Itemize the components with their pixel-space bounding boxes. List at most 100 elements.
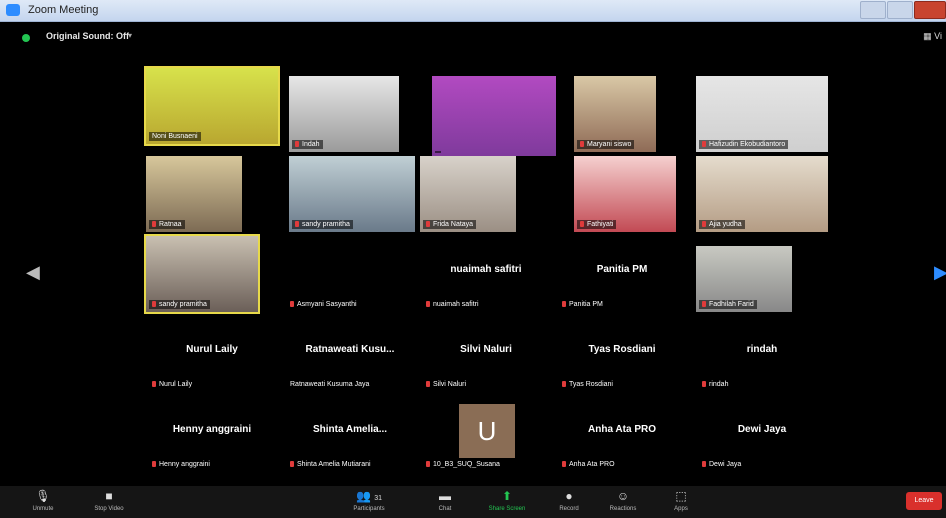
view-button[interactable]: ▦ Vi: [923, 31, 942, 42]
name-tile[interactable]: Silvi Naluri Silvi Naluri: [420, 316, 552, 392]
participant-name-tag: Hafizudin Ekobudiantoro: [699, 140, 789, 149]
participant-display-name: rindah: [746, 344, 778, 355]
unmute-button[interactable]: 🎙 Unmute: [14, 488, 72, 512]
video-tile[interactable]: Ajia yudha: [696, 156, 828, 232]
muted-mic-icon: [562, 461, 566, 467]
video-camera-icon: ■: [105, 489, 113, 503]
name-tile[interactable]: Asmyani Sasyanthi: [284, 236, 416, 312]
participant-name-tag: Panitia PM: [559, 300, 606, 309]
name-tile[interactable]: Tyas Rosdiani Tyas Rosdiani: [556, 316, 688, 392]
participant-display-name: Panitia PM: [596, 264, 648, 275]
window-titlebar: Zoom Meeting: [0, 0, 946, 22]
video-tile[interactable]: Hafizudin Ekobudiantoro: [696, 76, 828, 152]
participant-display-name: Anha Ata PRO: [588, 424, 656, 435]
muted-mic-icon: [152, 461, 156, 467]
next-page-arrow-icon[interactable]: ▶: [934, 262, 946, 283]
video-tile[interactable]: Frida Nataya: [420, 156, 516, 232]
participant-name-tag: Frida Nataya: [423, 220, 477, 229]
video-tile[interactable]: sandy pramitha: [144, 234, 260, 314]
muted-mic-icon: [562, 301, 566, 307]
record-button[interactable]: ● Record: [540, 488, 598, 512]
participant-name-tag: rindah: [699, 380, 732, 389]
sound-dropdown-caret-icon[interactable]: ▾: [128, 31, 132, 40]
participant-name-tag: Fathiyati: [577, 220, 617, 229]
participant-name-tag: nuaimah safitri: [423, 300, 482, 309]
participant-display-name: Henny anggraini: [172, 424, 252, 435]
muted-mic-icon: [295, 221, 299, 227]
video-tile[interactable]: Noni Busnaeni: [144, 66, 280, 146]
zoom-app-icon: [6, 4, 20, 16]
participant-name-tag: Nurul Laily: [149, 380, 196, 389]
name-tile[interactable]: Dewi Jaya Dewi Jaya: [696, 396, 828, 472]
participant-name-tag: Ratnaweati Kusuma Jaya: [287, 380, 373, 389]
muted-mic-icon: [426, 301, 430, 307]
leave-button[interactable]: Leave: [906, 492, 942, 510]
video-tile[interactable]: Fathiyati: [574, 156, 676, 232]
smiley-icon: ☺: [616, 489, 630, 503]
original-sound-toggle[interactable]: Original Sound: Off: [46, 31, 129, 41]
microphone-icon: 🎙: [35, 489, 51, 503]
muted-mic-icon: [152, 221, 156, 227]
stop-video-button[interactable]: ■ Stop Video: [80, 488, 138, 512]
name-tile[interactable]: rindah rindah: [696, 316, 828, 392]
share-screen-button[interactable]: ⬆ Share Screen: [478, 488, 536, 512]
participant-display-name: Dewi Jaya: [737, 424, 787, 435]
muted-mic-icon: [152, 301, 156, 307]
window-title: Zoom Meeting: [28, 4, 99, 16]
participant-display-name: Shinta Amelia...: [312, 424, 388, 435]
participant-display-name: Nurul Laily: [186, 344, 238, 355]
chat-bubble-icon: ▬: [439, 489, 451, 503]
record-icon: ●: [565, 489, 573, 503]
meeting-toolbar: 🎙 Unmute ■ Stop Video 👥 31 Participants …: [0, 486, 946, 518]
muted-mic-icon: [426, 381, 430, 387]
security-shield-icon[interactable]: [22, 34, 30, 42]
name-tile[interactable]: Nurul Laily Nurul Laily: [146, 316, 278, 392]
video-tile[interactable]: Fadhilah Farid: [696, 246, 792, 312]
name-tile[interactable]: Panitia PM Panitia PM: [556, 236, 688, 312]
video-tile[interactable]: sandy pramitha: [289, 156, 415, 232]
muted-mic-icon: [580, 141, 584, 147]
apps-icon: ⬚: [675, 489, 687, 503]
name-tile[interactable]: nuaimah safitri nuaimah safitri: [420, 236, 552, 312]
video-tile[interactable]: [432, 76, 556, 156]
close-window-button[interactable]: [914, 1, 946, 19]
muted-mic-icon: [290, 461, 294, 467]
participant-name-tag: [435, 151, 441, 153]
video-tile[interactable]: Ratnaa: [146, 156, 242, 232]
muted-mic-icon: [702, 141, 706, 147]
participant-name-tag: Indah: [292, 140, 323, 149]
name-tile[interactable]: Shinta Amelia... Shinta Amelia Mutiarani: [284, 396, 416, 472]
apps-button[interactable]: ⬚ Apps: [652, 488, 710, 512]
muted-mic-icon: [580, 221, 584, 227]
name-tile[interactable]: 10_B3_SUQ_Susana: [420, 396, 552, 472]
participant-name-tag: Silvi Naluri: [423, 380, 470, 389]
muted-mic-icon: [152, 381, 156, 387]
participant-name-tag: Asmyani Sasyanthi: [287, 300, 360, 309]
participant-display-name: Silvi Naluri: [460, 344, 512, 355]
muted-mic-icon: [702, 301, 706, 307]
meeting-topbar: Original Sound: Off ▾ ▦ Vi: [0, 22, 946, 52]
muted-mic-icon: [290, 301, 294, 307]
participant-name-tag: Ajia yudha: [699, 220, 745, 229]
video-tile[interactable]: Maryani siswo: [574, 76, 656, 152]
participant-name-tag: 10_B3_SUQ_Susana: [423, 460, 503, 469]
chat-button[interactable]: ▬ Chat: [416, 488, 474, 512]
name-tile[interactable]: Henny anggraini Henny anggraini: [146, 396, 278, 472]
previous-page-arrow-icon[interactable]: ◀: [26, 262, 40, 283]
name-tile[interactable]: Ratnaweati Kusu... Ratnaweati Kusuma Jay…: [284, 316, 416, 392]
reactions-button[interactable]: ☺ Reactions: [594, 488, 652, 512]
video-tile[interactable]: Indah: [289, 76, 399, 152]
maximize-button[interactable]: [887, 1, 913, 19]
participants-button[interactable]: 👥 31 Participants: [340, 488, 398, 512]
participant-name-tag: Maryani siswo: [577, 140, 635, 149]
participant-name-tag: sandy pramitha: [292, 220, 353, 229]
window-controls: [859, 1, 946, 24]
minimize-button[interactable]: [860, 1, 886, 19]
participant-display-name: Tyas Rosdiani: [588, 344, 656, 355]
participant-name-tag: Dewi Jaya: [699, 460, 745, 469]
name-tile[interactable]: Anha Ata PRO Anha Ata PRO: [556, 396, 688, 472]
muted-mic-icon: [426, 221, 430, 227]
muted-mic-icon: [702, 381, 706, 387]
participant-name-tag: sandy pramitha: [149, 300, 210, 309]
participant-name-tag: Ratnaa: [149, 220, 185, 229]
